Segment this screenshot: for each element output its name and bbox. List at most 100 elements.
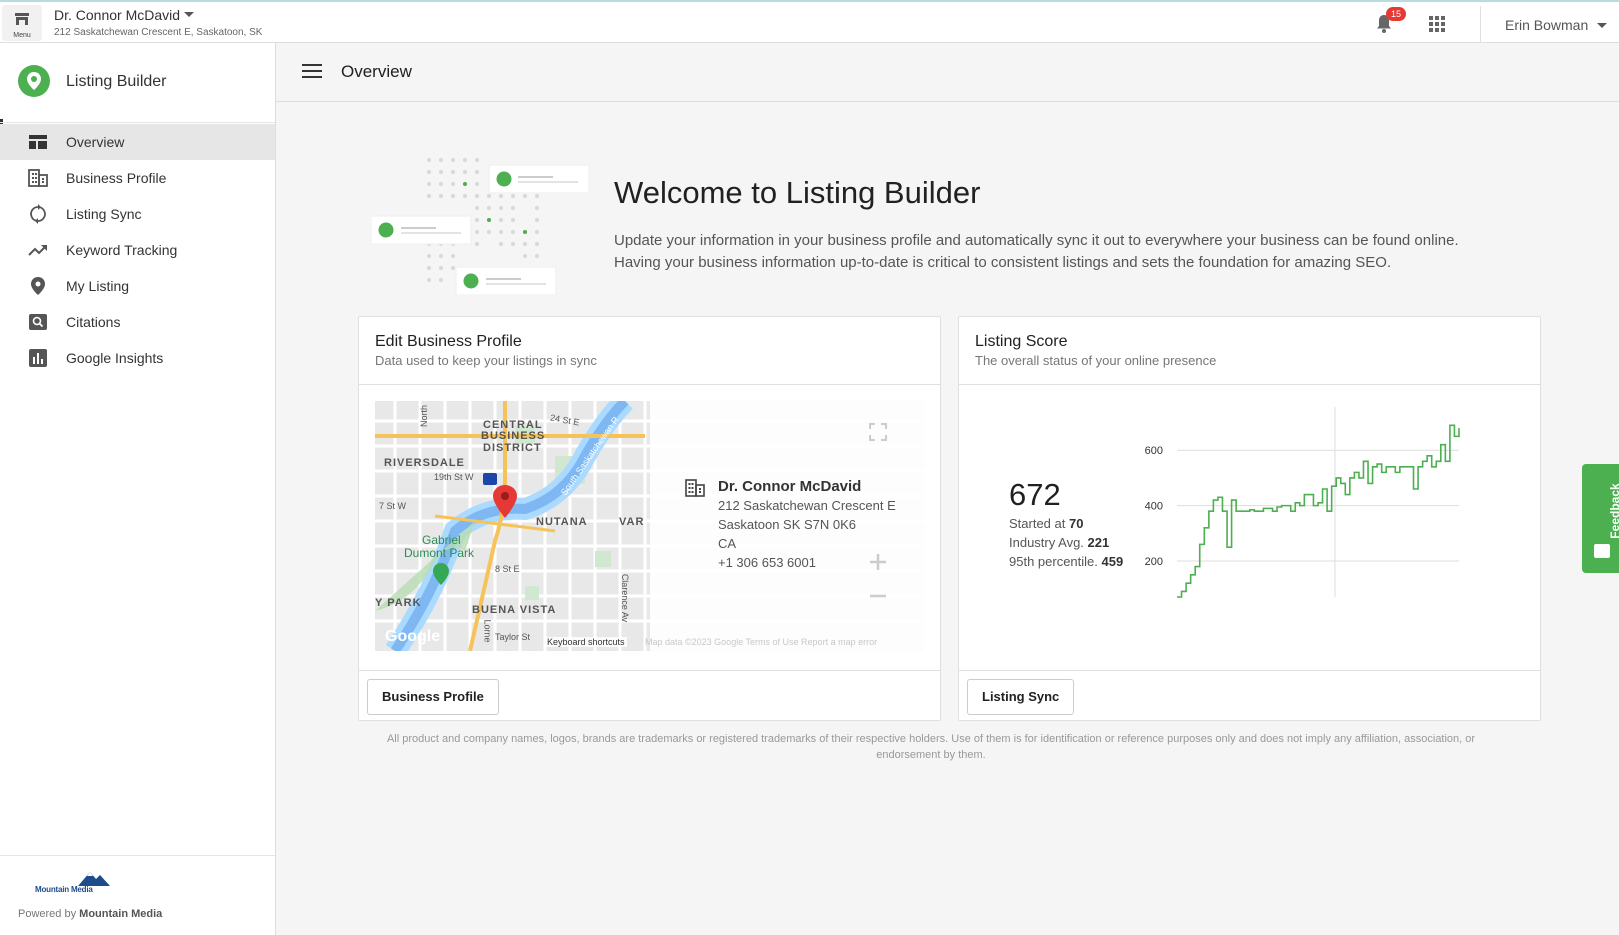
main-header: Overview (276, 43, 1619, 102)
apps-grid-icon[interactable] (1429, 16, 1445, 32)
app-title: Listing Builder (66, 73, 167, 90)
address-line: Saskatoon SK S7N 0K6 (718, 517, 857, 532)
map-label: BUENA VISTA (472, 604, 557, 616)
sync-icon (30, 204, 46, 224)
sidebar-item-label: Listing Sync (66, 206, 142, 222)
menu-label: Menu (13, 32, 31, 39)
map-label: Y PARK (375, 597, 422, 609)
sidebar-item-overview[interactable]: Overview (0, 124, 275, 160)
started-at: Started at 70 (1009, 516, 1084, 531)
map-label: DISTRICT (483, 442, 542, 454)
card-title: Edit Business Profile (375, 333, 522, 350)
business-map[interactable]: CENTRAL BUSINESS DISTRICT RIVERSDALE NUT… (375, 401, 924, 651)
sidebar-item-keyword-tracking[interactable]: Keyword Tracking (0, 232, 275, 268)
building-icon (685, 479, 705, 497)
phone-number: +1 306 653 6001 (718, 555, 816, 570)
sidebar-item-listing-sync[interactable]: Listing Sync (0, 196, 275, 232)
welcome-description-line: Having your business information up-to-d… (614, 254, 1392, 271)
card-title: Listing Score (975, 333, 1068, 350)
card-subtitle: The overall status of your online presen… (975, 353, 1217, 368)
sidebar-item-label: Keyword Tracking (66, 242, 178, 258)
map-label: Gabriel (422, 533, 461, 547)
feedback-tab[interactable]: Feedback (1582, 464, 1619, 573)
card-footer: Business Profile (359, 670, 940, 721)
x-tick-label: 2020 (1323, 616, 1347, 617)
divider (1480, 6, 1481, 44)
welcome-description-line: Update your information in your business… (614, 232, 1459, 249)
main-content: Overview Welcome to Listing Builder Upda… (276, 43, 1619, 935)
listing-score-value: 672 (1009, 477, 1061, 512)
business-profile-card: Edit Business Profile Data used to keep … (358, 316, 941, 721)
chat-icon (1594, 544, 1610, 558)
zoom-out-icon[interactable] (869, 593, 887, 599)
sidebar-item-label: My Listing (66, 278, 130, 294)
menu-button[interactable]: Menu (2, 5, 42, 41)
address-country: CA (718, 536, 737, 551)
business-name[interactable]: Dr. Connor McDavid (54, 7, 180, 23)
card-header: Listing Score The overall status of your… (959, 317, 1540, 385)
welcome-description: Update your information in your business… (614, 230, 1534, 274)
user-name[interactable]: Erin Bowman (1505, 17, 1588, 33)
feedback-label: Feedback (1608, 483, 1619, 539)
bar-chart-icon (29, 349, 47, 367)
sidebar-item-google-insights[interactable]: Google Insights (0, 340, 275, 376)
sidebar-item-label: Business Profile (66, 170, 167, 186)
welcome-title: Welcome to Listing Builder (614, 175, 981, 210)
listing-score-card: Listing Score The overall status of your… (958, 316, 1541, 721)
map-label: Dumont Park (404, 546, 475, 560)
sidebar-item-label: Overview (66, 134, 125, 150)
business-profile-button[interactable]: Business Profile (367, 679, 499, 715)
sidebar-header: Listing Builder (0, 43, 275, 123)
sidebar-nav: Overview Business Profile Listing Sync K… (0, 124, 275, 376)
y-tick-label: 200 (1145, 556, 1163, 568)
map-pin-icon (31, 277, 45, 295)
y-tick-label: 600 (1145, 445, 1163, 457)
sidebar-item-my-listing[interactable]: My Listing (0, 268, 275, 304)
card-header: Edit Business Profile Data used to keep … (359, 317, 940, 385)
map-label: North (419, 404, 430, 428)
sidebar-item-label: Google Insights (66, 350, 164, 366)
search-box-icon (29, 314, 47, 330)
building-icon (28, 169, 48, 187)
page-title: Overview (341, 62, 412, 81)
y-tick-label: 400 (1145, 501, 1163, 513)
map-label: Lorne (482, 619, 493, 643)
keyboard-shortcuts-link[interactable]: Keyboard shortcuts (545, 637, 627, 647)
listing-illustration (371, 158, 590, 295)
powered-by: Powered by Mountain Media (18, 908, 163, 920)
sidebar: Listing Builder Overview Business Profil… (0, 43, 276, 935)
business-address: 212 Saskatchewan Crescent E, Saskatoon, … (54, 27, 263, 38)
google-logo: Google (385, 628, 441, 645)
map-label: Taylor St (495, 632, 531, 642)
map-label: Clarence Av (620, 573, 631, 623)
score-series-line (1177, 424, 1460, 598)
zoom-in-icon[interactable] (869, 553, 887, 571)
overview-icon (29, 135, 47, 149)
address-line: 212 Saskatchewan Crescent E (718, 498, 896, 513)
listing-sync-button[interactable]: Listing Sync (967, 679, 1075, 715)
trending-up-icon (28, 245, 47, 256)
map-label: RIVERSDALE (384, 457, 465, 469)
map-label: 8 St E (495, 564, 520, 574)
map-attribution: Map data ©2023 Google Terms of Use Repor… (645, 637, 878, 647)
chevron-down-icon[interactable] (1597, 23, 1607, 28)
footer-logo-text: Mountain Media (35, 885, 93, 894)
listing-name: Dr. Connor McDavid (718, 478, 862, 495)
fullscreen-icon[interactable] (869, 423, 887, 441)
map-label: 7 St W (379, 501, 407, 511)
sidebar-item-citations[interactable]: Citations (0, 304, 275, 340)
sidebar-item-label: Citations (66, 314, 121, 330)
map-label: VAR (619, 516, 645, 528)
map-label: NUTANA (536, 516, 588, 528)
chevron-down-icon[interactable] (184, 12, 194, 17)
industry-average: Industry Avg. 221 (1009, 535, 1110, 550)
card-subtitle: Data used to keep your listings in sync (375, 353, 597, 368)
sidebar-item-business-profile[interactable]: Business Profile (0, 160, 275, 196)
notification-badge: 15 (1386, 7, 1406, 21)
hamburger-icon[interactable] (302, 63, 322, 79)
top-bar: Menu Dr. Connor McDavid 212 Saskatchewan… (0, 0, 1619, 44)
trademark-disclaimer: All product and company names, logos, br… (386, 733, 1476, 761)
percentile: 95th percentile. 459 (1009, 554, 1124, 569)
sidebar-footer: Mountain Media Powered by Mountain Media (0, 855, 275, 935)
map-label: BUSINESS (481, 430, 546, 442)
